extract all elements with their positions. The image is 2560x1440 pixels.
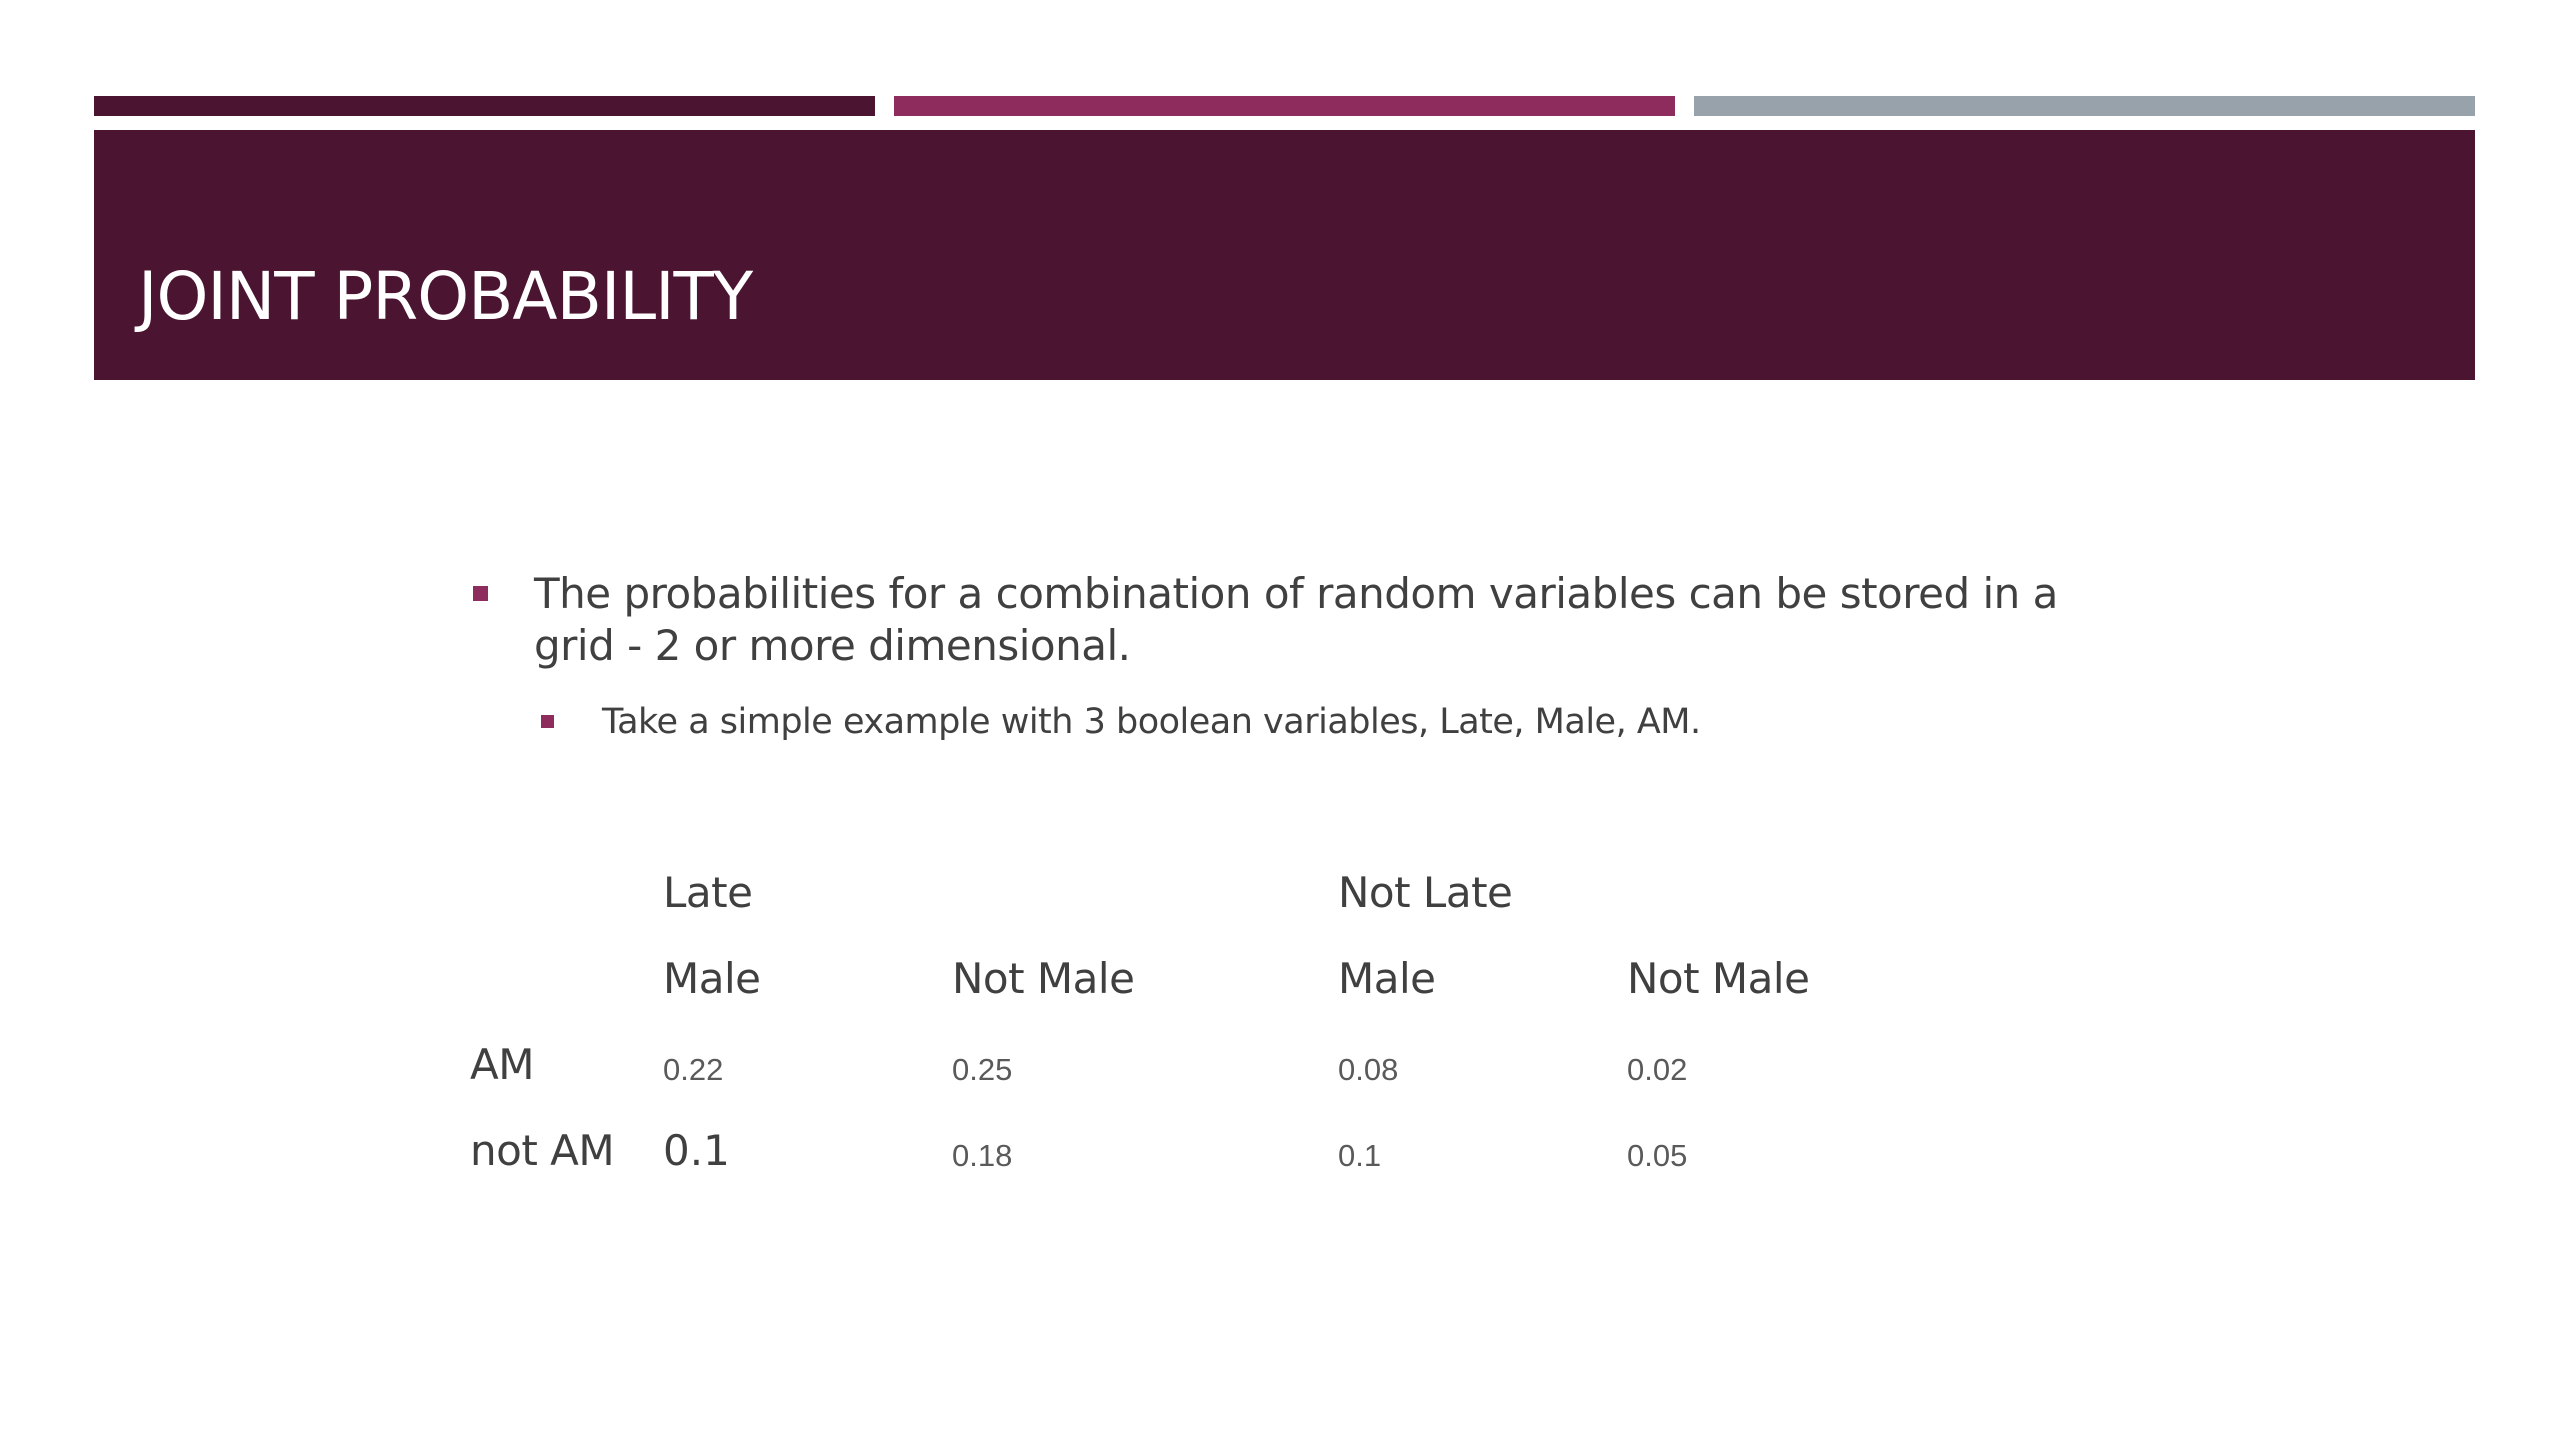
column-header: Male — [1338, 954, 1436, 1003]
accent-bar-plum — [94, 96, 875, 116]
table-cell: 0.18 — [952, 1138, 1013, 1173]
row-label-am: AM — [470, 1040, 534, 1089]
bullet-text: Take a simple example with 3 boolean var… — [602, 702, 1701, 742]
bullet-item-level-2: Take a simple example with 3 boolean var… — [470, 700, 2110, 744]
slide-title: JOINT PROBABILITY — [138, 258, 753, 335]
bullet-text: The probabilities for a combination of r… — [534, 569, 2058, 670]
accent-bar-magenta — [894, 96, 1675, 116]
title-band: JOINT PROBABILITY — [94, 130, 2475, 380]
table-cell: 0.05 — [1627, 1138, 1688, 1173]
table-cell: 0.02 — [1627, 1052, 1688, 1087]
square-bullet-icon — [541, 715, 554, 728]
column-header: Not Male — [1627, 954, 1810, 1003]
table-cell: 0.22 — [663, 1052, 724, 1087]
table-cell: 0.08 — [1338, 1052, 1399, 1087]
bullet-item-level-1: The probabilities for a combination of r… — [470, 568, 2110, 672]
group-header-late: Late — [663, 868, 753, 917]
accent-bar-gray — [1694, 96, 2475, 116]
row-label-not-am: not AM — [470, 1126, 615, 1175]
slide: JOINT PROBABILITY The probabilities for … — [0, 0, 2560, 1440]
table-cell: 0.25 — [952, 1052, 1013, 1087]
table-cell: 0.1 — [663, 1126, 730, 1175]
column-header: Not Male — [952, 954, 1135, 1003]
column-header: Male — [663, 954, 761, 1003]
table-cell: 0.1 — [1338, 1138, 1382, 1173]
bullet-list: The probabilities for a combination of r… — [470, 568, 2110, 744]
square-bullet-icon — [473, 586, 488, 601]
group-header-not-late: Not Late — [1338, 868, 1513, 917]
